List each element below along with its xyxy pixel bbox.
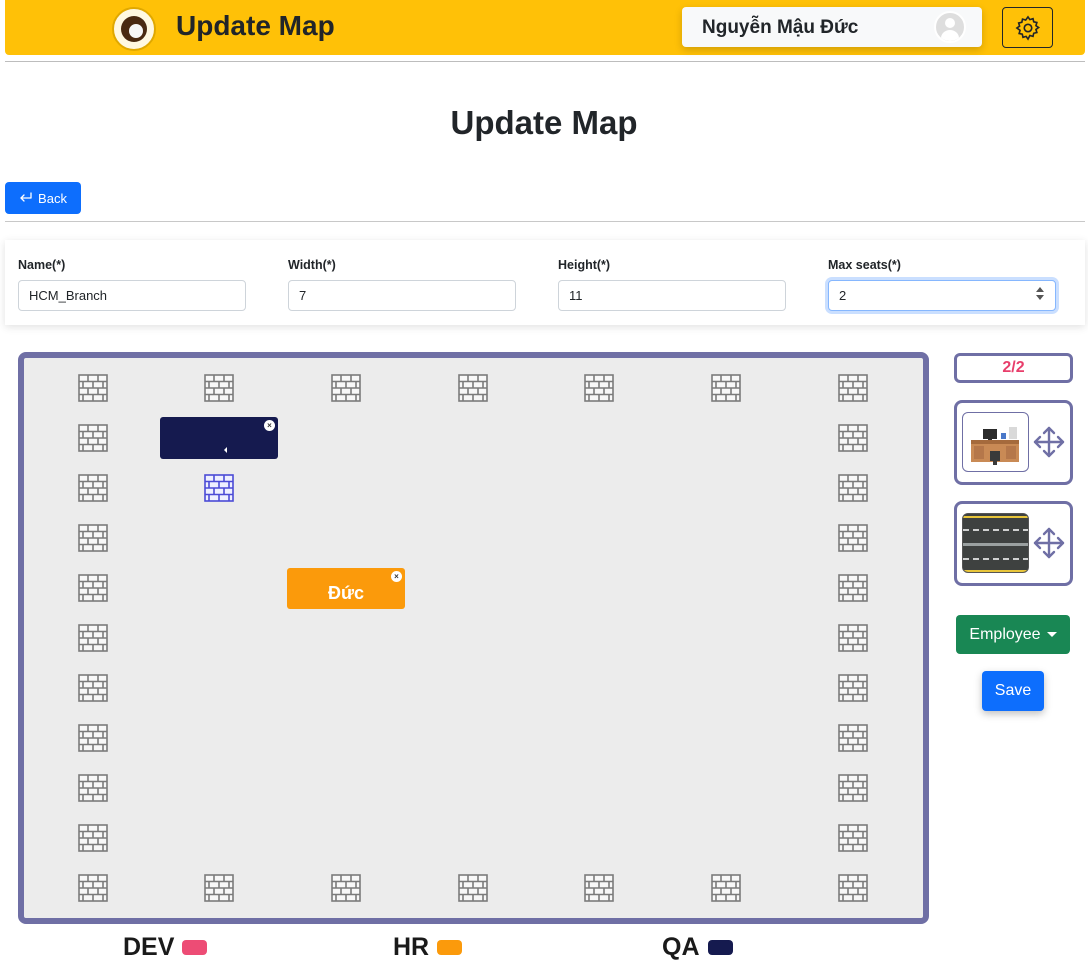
save-button[interactable]: Save xyxy=(982,671,1044,711)
drag-move-icon[interactable] xyxy=(1033,425,1065,459)
name-label: Name(*) xyxy=(18,258,66,272)
gear-icon xyxy=(1015,15,1040,41)
wall-brick-icon[interactable] xyxy=(78,473,108,503)
wall-brick-icon[interactable] xyxy=(458,873,488,903)
wall-brick-icon[interactable] xyxy=(838,873,868,903)
width-input[interactable] xyxy=(288,280,516,311)
desk-icon[interactable] xyxy=(962,412,1029,472)
legend-swatch xyxy=(437,940,463,955)
wall-brick-icon[interactable] xyxy=(584,873,614,903)
seat-hr[interactable]: × Đức xyxy=(287,568,405,609)
width-group: Width(*) xyxy=(288,258,516,311)
legend-swatch xyxy=(182,940,208,955)
resize-handle-icon[interactable] xyxy=(224,447,227,453)
height-input[interactable] xyxy=(558,280,786,311)
seat-counter: 2/2 xyxy=(954,353,1073,383)
wall-brick-icon[interactable] xyxy=(331,373,361,403)
drag-move-icon[interactable] xyxy=(1033,526,1065,560)
wall-brick-icon[interactable] xyxy=(78,823,108,853)
selected-wall-brick-icon[interactable] xyxy=(204,473,234,503)
back-button[interactable]: Back xyxy=(5,182,81,214)
user-name: Nguyễn Mậu Đức xyxy=(702,17,859,38)
wall-brick-icon[interactable] xyxy=(204,373,234,403)
wall-brick-icon[interactable] xyxy=(78,523,108,553)
app-logo-icon[interactable] xyxy=(112,7,156,51)
height-group: Height(*) xyxy=(558,258,786,311)
wall-brick-icon[interactable] xyxy=(584,373,614,403)
max-seats-label: Max seats(*) xyxy=(828,258,901,272)
section-divider xyxy=(5,221,1085,222)
wall-brick-icon[interactable] xyxy=(838,773,868,803)
wall-brick-icon[interactable] xyxy=(838,823,868,853)
wall-brick-icon[interactable] xyxy=(331,873,361,903)
employee-dropdown[interactable]: Employee xyxy=(956,615,1070,654)
caret-down-icon xyxy=(1046,632,1057,637)
width-label: Width(*) xyxy=(288,258,336,272)
wall-brick-icon[interactable] xyxy=(78,623,108,653)
header-divider xyxy=(5,61,1085,62)
seat-qa[interactable]: × xyxy=(160,417,278,459)
name-input[interactable] xyxy=(18,280,246,311)
return-arrow-icon xyxy=(20,192,32,202)
wall-brick-icon[interactable] xyxy=(838,723,868,753)
remove-seat-icon[interactable]: × xyxy=(264,420,275,431)
wall-brick-icon[interactable] xyxy=(78,423,108,453)
number-stepper-icon[interactable] xyxy=(1036,287,1044,301)
remove-seat-icon[interactable]: × xyxy=(391,571,402,582)
wall-brick-icon[interactable] xyxy=(78,373,108,403)
wall-brick-icon[interactable] xyxy=(78,773,108,803)
wall-brick-icon[interactable] xyxy=(711,373,741,403)
settings-button[interactable] xyxy=(1002,7,1053,48)
seat-hr-label: Đức xyxy=(327,583,365,603)
app-title: Update Map xyxy=(176,10,335,41)
wall-brick-icon[interactable] xyxy=(838,573,868,603)
legend-item-qa: QA xyxy=(662,933,733,962)
max-seats-group: Max seats(*) xyxy=(828,258,1056,311)
max-seats-input[interactable] xyxy=(828,280,1056,311)
map-settings-form: Name(*) Width(*) Height(*) Max seats(*) xyxy=(5,240,1085,325)
wall-brick-icon[interactable] xyxy=(838,523,868,553)
wall-brick-icon[interactable] xyxy=(78,673,108,703)
wall-brick-icon[interactable] xyxy=(458,373,488,403)
road-icon[interactable] xyxy=(962,513,1029,573)
wall-brick-icon[interactable] xyxy=(78,723,108,753)
legend-label: QA xyxy=(662,933,700,961)
wall-brick-icon[interactable] xyxy=(838,473,868,503)
road-tool[interactable] xyxy=(954,501,1073,586)
wall-brick-icon[interactable] xyxy=(838,673,868,703)
user-menu[interactable]: Nguyễn Mậu Đức xyxy=(682,7,982,47)
wall-brick-icon[interactable] xyxy=(78,873,108,903)
legend-item-hr: HR xyxy=(393,933,463,962)
back-label: Back xyxy=(38,190,67,206)
wall-brick-icon[interactable] xyxy=(78,573,108,603)
wall-brick-icon[interactable] xyxy=(204,873,234,903)
page-title: Update Map xyxy=(450,104,638,141)
legend-label: DEV xyxy=(123,933,175,961)
name-group: Name(*) xyxy=(18,258,246,311)
office-map-canvas[interactable]: × × Đức xyxy=(18,352,929,924)
legend-label: HR xyxy=(393,933,430,961)
avatar-icon xyxy=(934,11,966,43)
wall-brick-icon[interactable] xyxy=(838,373,868,403)
height-label: Height(*) xyxy=(558,258,611,272)
wall-brick-icon[interactable] xyxy=(711,873,741,903)
top-navbar: Update Map Nguyễn Mậu Đức xyxy=(5,0,1085,55)
desk-tool[interactable] xyxy=(954,400,1073,485)
legend-swatch xyxy=(707,940,733,955)
legend-item-dev: DEV xyxy=(123,933,208,962)
wall-brick-icon[interactable] xyxy=(838,623,868,653)
employee-dropdown-label: Employee xyxy=(969,625,1041,643)
wall-brick-icon[interactable] xyxy=(838,423,868,453)
